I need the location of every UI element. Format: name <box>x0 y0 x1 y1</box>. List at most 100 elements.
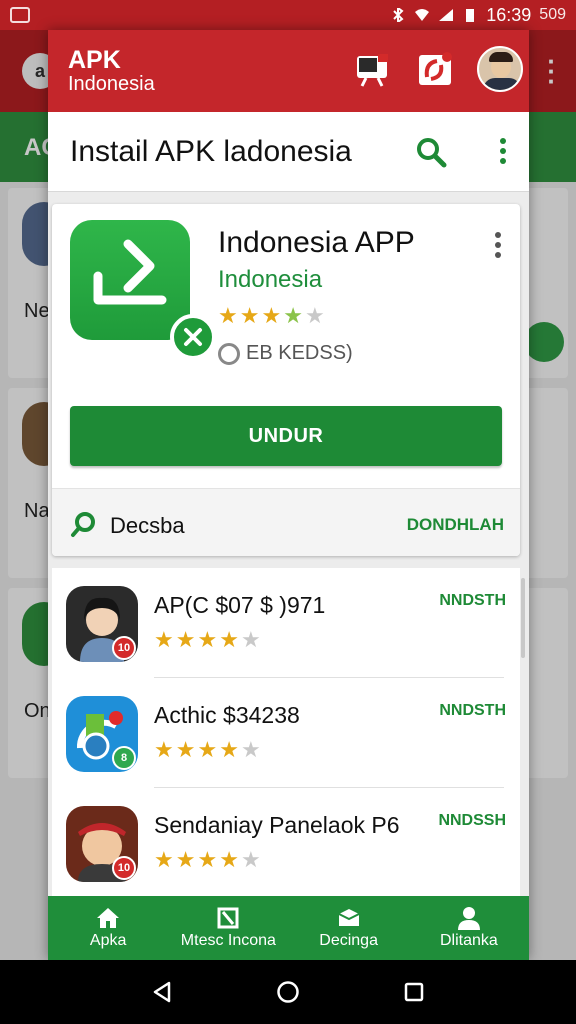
nav-label: Dlitanka <box>439 932 498 949</box>
search-icon <box>417 138 447 168</box>
star-icon: ★ <box>218 303 238 328</box>
background-card: Ne <box>8 188 52 378</box>
notification-button[interactable] <box>415 49 455 89</box>
search-icon <box>71 512 95 537</box>
star-icon: ★ <box>283 303 303 328</box>
more-vertical-icon <box>495 232 501 258</box>
list-item-action[interactable]: NNDSTH <box>439 592 506 610</box>
notification-icon <box>419 52 452 85</box>
list-app-icon: 10 <box>66 806 138 882</box>
description-row[interactable]: Decsba DONDHLAH <box>52 489 520 556</box>
star-icon: ★ <box>240 737 261 762</box>
cast-icon <box>357 54 388 87</box>
list-item-title: Acthic $34238 <box>154 702 300 728</box>
list-item-rating: ★ ★ ★ ★ ★ <box>154 738 261 762</box>
list-item[interactable]: 8 Acthic $34238 ★ ★ ★ ★ ★ NNDSTH <box>52 678 520 788</box>
star-icon: ★ <box>219 847 239 872</box>
list-item-action[interactable]: NNDSSH <box>438 812 506 830</box>
star-icon: ★ <box>240 627 261 652</box>
install-button[interactable]: UNDUR <box>70 406 502 466</box>
status-bar: 16:39 509 <box>0 0 576 30</box>
user-avatar[interactable] <box>477 46 523 92</box>
star-icon: ★ <box>219 627 239 652</box>
nav-item-apka[interactable]: Apka <box>48 896 168 960</box>
bluetooth-icon <box>393 8 404 22</box>
bottom-nav: Apka Mtesc Incona Decinga Dlitanka <box>48 896 529 960</box>
background-card: On <box>8 588 52 778</box>
app-size: EB KEDSS) <box>218 342 353 365</box>
overflow-menu-button[interactable] <box>499 138 507 169</box>
star-icon: ★ <box>175 847 196 872</box>
apps-icon <box>217 907 239 929</box>
list-item-rating: ★ ★ ★ ★ ★ <box>154 848 261 872</box>
card-overflow-button[interactable] <box>494 232 502 263</box>
cast-button[interactable] <box>353 49 393 89</box>
box-icon <box>338 909 360 926</box>
more-vertical-icon <box>500 138 506 164</box>
home-circle-icon[interactable] <box>276 980 300 1004</box>
count-badge: 10 <box>112 856 136 880</box>
nav-item-dlitanka[interactable]: Dlitanka <box>409 896 529 960</box>
list-item[interactable]: 10 Sendaniay Panelaok P6 ★ ★ ★ ★ ★ NNDSSH <box>52 788 520 898</box>
clock: 16:39 <box>486 4 532 25</box>
background-card: Na <box>8 388 52 578</box>
star-icon: ★ <box>154 737 174 762</box>
star-icon: ★ <box>197 627 218 652</box>
app-bar: APK Indonesia <box>48 30 529 112</box>
star-icon: ★ <box>304 303 325 328</box>
app-name: Indonesia APP <box>218 226 415 259</box>
close-icon <box>184 328 202 346</box>
nav-label: Mtesc Incona <box>180 932 276 949</box>
star-icon: ★ <box>154 627 174 652</box>
app-subtitle: Indonesia <box>68 73 155 95</box>
app-title: APK <box>68 46 121 74</box>
storage-icon <box>218 342 240 365</box>
page-title: Instail APK ladonesia <box>70 134 352 168</box>
search-header: Instail APK ladonesia <box>48 112 529 192</box>
search-button[interactable] <box>415 136 447 173</box>
nav-label: Apka <box>89 932 127 949</box>
star-icon: ★ <box>197 847 218 872</box>
status-extra: 509 <box>539 6 566 23</box>
calendar-icon <box>10 7 30 23</box>
list-app-icon: 8 <box>66 696 138 772</box>
battery-icon <box>466 9 475 22</box>
nav-item-decinga[interactable]: Decinga <box>289 896 409 960</box>
star-icon: ★ <box>175 737 196 762</box>
recents-icon[interactable] <box>403 981 425 1003</box>
background-overflow-icon: · · · <box>547 46 556 96</box>
star-icon: ★ <box>219 737 239 762</box>
close-badge <box>170 314 216 360</box>
star-icon: ★ <box>175 627 196 652</box>
list-item-title: AP(C $07 $ )971 <box>154 592 326 618</box>
person-icon <box>457 907 480 930</box>
star-icon: ★ <box>197 737 218 762</box>
star-icon: ★ <box>154 847 174 872</box>
star-icon: ★ <box>239 303 260 328</box>
star-icon: ★ <box>240 847 261 872</box>
featured-app-card: Indonesia APP Indonesia ★ ★ ★ ★ ★ EB KED… <box>52 204 520 556</box>
home-icon <box>97 908 120 928</box>
nav-item-apps[interactable]: Mtesc Incona <box>168 896 288 960</box>
wifi-icon <box>415 9 430 21</box>
nav-label: Decinga <box>319 932 378 949</box>
list-app-icon: 10 <box>66 586 138 662</box>
developer-name[interactable]: Indonesia <box>218 266 322 294</box>
download-link[interactable]: DONDHLAH <box>407 515 504 535</box>
back-icon[interactable] <box>151 980 173 1004</box>
app-list: 10 AP(C $07 $ )971 ★ ★ ★ ★ ★ NNDSTH 8 Acthic… <box>52 568 520 898</box>
scrollbar[interactable] <box>521 578 525 658</box>
list-item[interactable]: 10 AP(C $07 $ )971 ★ ★ ★ ★ ★ NNDSTH <box>52 568 520 678</box>
description-label: Decsba <box>110 513 185 538</box>
list-item-action[interactable]: NNDSTH <box>439 702 506 720</box>
system-nav-bar <box>0 960 576 1024</box>
store-dialog: APK Indonesia Instail APK ladonesia Indo… <box>48 30 529 960</box>
app-icon <box>70 220 216 360</box>
signal-icon <box>439 9 454 21</box>
app-rating: ★ ★ ★ ★ ★ <box>218 304 325 328</box>
list-item-rating: ★ ★ ★ ★ ★ <box>154 628 261 652</box>
count-badge: 10 <box>112 636 136 660</box>
list-item-title: Sendaniay Panelaok P6 <box>154 812 400 838</box>
share-arrow-icon <box>93 239 167 305</box>
star-icon: ★ <box>261 303 282 328</box>
